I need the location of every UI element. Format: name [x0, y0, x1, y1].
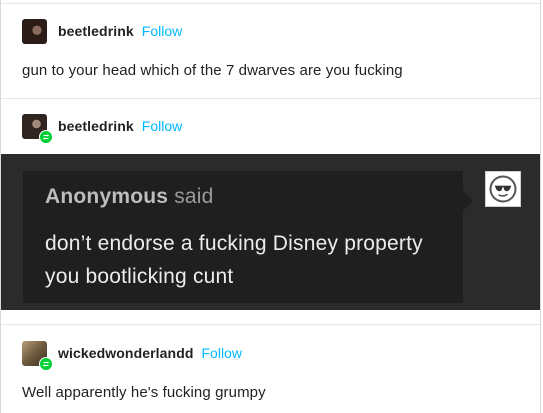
username[interactable]: beetledrink: [58, 118, 134, 134]
post-header: beetledrink Follow: [22, 18, 182, 44]
said-label: said: [174, 185, 214, 208]
avatar-image: [22, 18, 47, 44]
post-divider: [1, 324, 540, 325]
post-divider: [1, 98, 540, 99]
ask-bubble: Anonymous said don’t endorse a fucking D…: [23, 171, 473, 303]
follow-button[interactable]: Follow: [142, 23, 182, 39]
avatar[interactable]: [22, 18, 47, 44]
reblog-icon: [39, 356, 53, 371]
post-header: beetledrink Follow: [22, 113, 182, 144]
avatar[interactable]: [22, 340, 53, 371]
reblog-icon: [39, 129, 53, 144]
post-body: Well apparently he's fucking grumpy: [22, 384, 266, 401]
post-body: gun to your head which of the 7 dwarves …: [22, 62, 403, 79]
ask-panel: Anonymous said don’t endorse a fucking D…: [1, 154, 540, 310]
post-header: wickedwonderlandd Follow: [22, 340, 242, 371]
follow-button[interactable]: Follow: [142, 118, 182, 134]
top-divider: [1, 3, 540, 4]
asker-line: Anonymous said: [45, 185, 214, 209]
ask-question: don’t endorse a fucking Disney property …: [45, 232, 423, 288]
avatar[interactable]: [22, 113, 53, 144]
username[interactable]: beetledrink: [58, 23, 134, 39]
follow-button[interactable]: Follow: [202, 345, 242, 361]
asker-name: Anonymous: [45, 185, 169, 208]
anonymous-sunglasses-icon: [485, 171, 521, 207]
username[interactable]: wickedwonderlandd: [58, 345, 194, 361]
reblog-thread: beetledrink Follow gun to your head whic…: [0, 0, 541, 413]
